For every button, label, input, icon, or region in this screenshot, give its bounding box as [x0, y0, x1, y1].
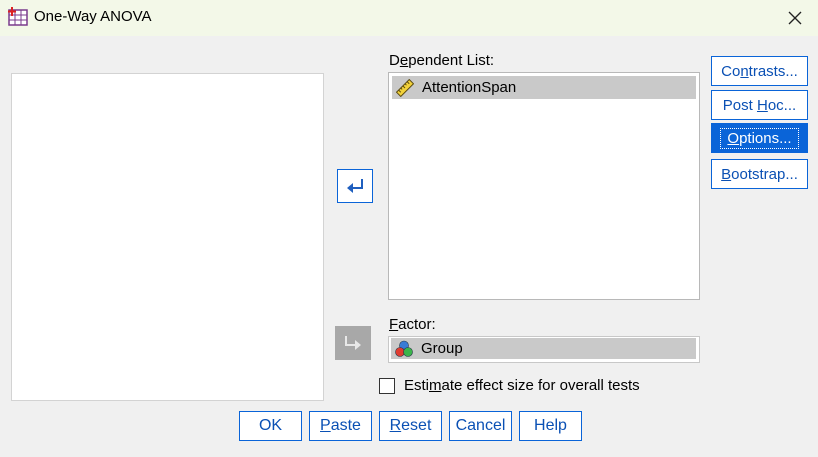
- source-variable-list[interactable]: [11, 73, 324, 401]
- close-button[interactable]: [772, 0, 818, 36]
- ok-button[interactable]: OK: [239, 411, 302, 441]
- help-button[interactable]: Help: [519, 411, 582, 441]
- move-to-factor-button[interactable]: [335, 326, 371, 360]
- ruler-scale-icon: [396, 78, 414, 97]
- factor-item[interactable]: Group: [391, 338, 696, 359]
- list-item[interactable]: AttentionSpan: [392, 76, 696, 99]
- factor-variable-name: Group: [421, 340, 463, 357]
- spss-app-icon: [8, 7, 28, 26]
- factor-field[interactable]: Group: [388, 336, 700, 363]
- arrow-left-icon: [347, 179, 363, 193]
- arrow-right-icon: [345, 336, 361, 350]
- dependent-list[interactable]: AttentionSpan: [388, 72, 700, 300]
- cancel-button[interactable]: Cancel: [449, 411, 512, 441]
- move-to-dependent-button[interactable]: [337, 169, 373, 203]
- post-hoc-button[interactable]: Post Hoc...: [711, 90, 808, 120]
- window-title: One-Way ANOVA: [34, 8, 152, 25]
- contrasts-button[interactable]: Contrasts...: [711, 56, 808, 86]
- effect-size-checkbox[interactable]: [379, 378, 395, 394]
- dialog-body: Dependent List: AttentionSpan Factor: Gr…: [0, 36, 818, 457]
- nominal-variable-icon: [395, 340, 413, 357]
- title-bar: One-Way ANOVA: [0, 0, 818, 36]
- effect-size-label: Estimate effect size for overall tests: [404, 377, 640, 394]
- dependent-list-label: Dependent List:: [389, 52, 495, 69]
- factor-label: Factor:: [389, 316, 436, 333]
- dependent-variable-name: AttentionSpan: [422, 79, 517, 96]
- close-icon: [788, 11, 802, 25]
- paste-button[interactable]: Paste: [309, 411, 372, 441]
- options-button[interactable]: Options...: [711, 123, 808, 153]
- bootstrap-button[interactable]: Bootstrap...: [711, 159, 808, 189]
- reset-button[interactable]: Reset: [379, 411, 442, 441]
